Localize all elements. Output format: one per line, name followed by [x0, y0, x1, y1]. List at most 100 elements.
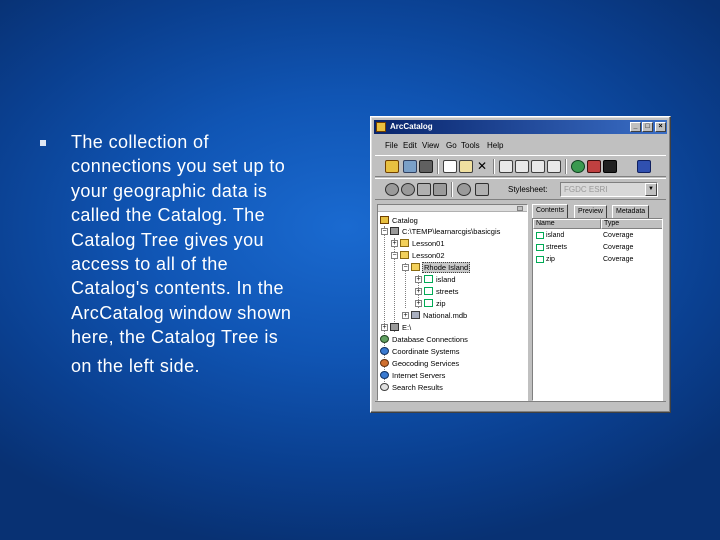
arccatalog-window: ArcCatalog _ □ × File Edit View Go Tools…: [370, 116, 671, 413]
text-line: access to all of the: [71, 254, 229, 275]
text-line: ArcCatalog window shown: [71, 302, 292, 323]
menu-go[interactable]: Go: [446, 141, 457, 150]
standard-toolbar: ✕: [375, 155, 666, 177]
window-title: ArcCatalog: [390, 122, 433, 131]
text-line: your geographic data is: [71, 180, 268, 201]
bullet-marker: [40, 140, 46, 146]
arctoolbox-icon[interactable]: [587, 160, 601, 173]
row-type: Coverage: [603, 232, 634, 239]
expand-toggle[interactable]: +: [391, 240, 398, 247]
row-name: streets: [546, 244, 568, 251]
stylesheet-value: FGDC ESRI: [564, 185, 608, 194]
full-extent-icon[interactable]: [433, 183, 447, 196]
geography-toolbar: Stylesheet: FGDC ESRI ▼: [375, 178, 666, 200]
paste-icon[interactable]: [459, 160, 473, 173]
large-icons-icon[interactable]: [499, 160, 513, 173]
details-icon[interactable]: [531, 160, 545, 173]
launch-arcmap-icon[interactable]: [571, 160, 585, 173]
text-line: Catalog Tree gives you: [71, 229, 264, 250]
coverage-icon: [424, 287, 433, 295]
status-bar: [375, 401, 666, 409]
delete-icon[interactable]: ✕: [475, 160, 489, 173]
list-header: Name Type: [533, 219, 662, 229]
row-name: zip: [546, 256, 555, 263]
collapse-toggle[interactable]: −: [402, 264, 409, 271]
row-type: Coverage: [603, 244, 634, 251]
stylesheet-dropdown[interactable]: FGDC ESRI ▼: [560, 182, 658, 197]
geodatabase-icon: [411, 311, 420, 319]
identify-icon[interactable]: [457, 183, 471, 196]
menu-view[interactable]: View: [422, 141, 439, 150]
list-row[interactable]: zip Coverage: [533, 254, 662, 265]
zoom-out-icon[interactable]: [401, 183, 415, 196]
menu-bar: File Edit View Go Tools Help: [375, 139, 666, 153]
coverage-icon: [536, 256, 544, 263]
tab-contents[interactable]: Contents: [532, 204, 569, 218]
text-line: Catalog's contents. In the: [71, 278, 284, 299]
tab-metadata[interactable]: Metadata: [612, 205, 650, 218]
expand-toggle[interactable]: +: [415, 300, 422, 307]
catalog-tree[interactable]: Catalog − C:\TEMP\learnarcgis\basicgis +…: [377, 204, 528, 401]
coordinate-systems-icon: [380, 347, 389, 355]
column-header-type[interactable]: Type: [601, 219, 662, 229]
title-bar[interactable]: ArcCatalog _ □ ×: [374, 120, 667, 134]
view-tabs: Contents Preview Metadata: [532, 204, 663, 218]
stylesheet-label: Stylesheet:: [508, 185, 548, 194]
toolbar-separator: [565, 159, 567, 174]
menu-tools[interactable]: Tools: [461, 141, 480, 150]
list-row[interactable]: island Coverage: [533, 230, 662, 241]
tab-preview[interactable]: Preview: [574, 205, 607, 218]
list-row[interactable]: streets Coverage: [533, 242, 662, 253]
disconnect-folder-icon[interactable]: [419, 160, 433, 173]
collapse-toggle[interactable]: −: [381, 228, 388, 235]
connect-folder-icon[interactable]: [403, 160, 417, 173]
collapse-toggle[interactable]: −: [391, 252, 398, 259]
text-line: The collection of: [71, 132, 209, 152]
pan-icon[interactable]: [417, 183, 431, 196]
whats-this-help-icon[interactable]: [637, 160, 651, 173]
toolbar-separator: [451, 182, 453, 197]
menu-help[interactable]: Help: [487, 141, 503, 150]
expand-toggle[interactable]: +: [415, 288, 422, 295]
expand-toggle[interactable]: +: [381, 324, 388, 331]
coverage-icon: [536, 244, 544, 251]
expand-toggle[interactable]: +: [415, 276, 422, 283]
row-name: island: [546, 232, 565, 239]
toolbar-icon[interactable]: [603, 160, 617, 173]
contents-list[interactable]: Name Type island Coverage streets Covera…: [532, 218, 663, 401]
slide-paragraph: The collection of connections you set up…: [71, 130, 346, 350]
create-thumbnail-icon[interactable]: [475, 183, 489, 196]
slide-paragraph-tail: on the left side.: [71, 356, 200, 376]
drive-icon: [390, 323, 399, 331]
minimize-button[interactable]: _: [630, 122, 641, 132]
list-icon[interactable]: [515, 160, 529, 173]
coverage-icon: [424, 275, 433, 283]
coverage-icon: [424, 299, 433, 307]
expand-toggle[interactable]: +: [402, 312, 409, 319]
menu-file[interactable]: File: [385, 141, 398, 150]
catalog-icon: [380, 216, 389, 224]
up-one-level-icon[interactable]: [385, 160, 399, 173]
geocoding-services-icon: [380, 359, 389, 367]
copy-icon[interactable]: [443, 160, 457, 173]
zoom-in-icon[interactable]: [385, 183, 399, 196]
scrollbar-thumb[interactable]: [517, 206, 523, 211]
tree-scrollbar[interactable]: [378, 205, 527, 212]
chevron-down-icon[interactable]: ▼: [645, 183, 657, 196]
menu-edit[interactable]: Edit: [403, 141, 417, 150]
internet-servers-icon: [380, 371, 389, 379]
arccatalog-app-icon: [376, 122, 386, 132]
thumbnails-icon[interactable]: [547, 160, 561, 173]
search-results-icon: [380, 383, 389, 391]
close-button[interactable]: ×: [655, 122, 666, 132]
text-line: called the Catalog. The: [71, 205, 265, 226]
toolbar-separator: [437, 159, 439, 174]
maximize-button[interactable]: □: [642, 122, 653, 132]
column-header-name[interactable]: Name: [533, 219, 601, 229]
folder-connection-icon: [390, 227, 399, 235]
database-connections-icon: [380, 335, 389, 343]
folder-icon: [400, 251, 409, 259]
folder-icon: [400, 239, 409, 247]
row-type: Coverage: [603, 256, 634, 263]
text-line: connections you set up to: [71, 156, 286, 177]
